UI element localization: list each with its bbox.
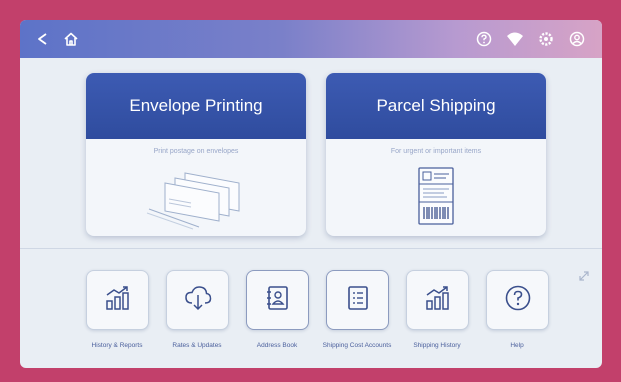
parcel-shipping-title: Parcel Shipping xyxy=(326,73,546,139)
address-book-button[interactable] xyxy=(246,270,309,330)
history-reports-button[interactable] xyxy=(86,270,149,330)
home-icon[interactable] xyxy=(60,28,82,50)
section-divider xyxy=(20,248,602,249)
rates-updates-label: Rates & Updates xyxy=(172,342,222,349)
shipping-history-label: Shipping History xyxy=(413,342,461,349)
envelope-printing-title: Envelope Printing xyxy=(86,73,306,139)
parcel-shipping-card[interactable]: Parcel Shipping For urgent or important … xyxy=(326,73,546,236)
parcel-shipping-subtitle: For urgent or important items xyxy=(390,148,482,155)
chart-icon xyxy=(104,285,132,316)
history-reports-label: History & Reports xyxy=(91,342,143,349)
shipping-cost-accounts-label: Shipping Cost Accounts xyxy=(322,342,392,349)
settings-icon[interactable] xyxy=(535,28,557,50)
chart-icon xyxy=(424,285,452,316)
expand-icon[interactable] xyxy=(574,266,594,286)
envelope-printing-card[interactable]: Envelope Printing Print postage on envel… xyxy=(86,73,306,236)
shipping-history-button[interactable] xyxy=(406,270,469,330)
back-icon[interactable] xyxy=(32,28,54,50)
checklist-icon xyxy=(346,285,370,316)
wifi-icon[interactable] xyxy=(504,28,526,50)
rates-updates-button[interactable] xyxy=(166,270,229,330)
device-screen: Envelope Printing Print postage on envel… xyxy=(20,20,602,368)
help-button[interactable] xyxy=(486,270,549,330)
address-book-icon xyxy=(265,285,291,316)
question-icon xyxy=(504,284,532,317)
envelopes-illustration xyxy=(86,169,306,231)
account-icon[interactable] xyxy=(566,28,588,50)
help-icon[interactable] xyxy=(473,28,495,50)
address-book-label: Address Book xyxy=(256,342,298,349)
shipping-label-illustration xyxy=(326,167,546,227)
shipping-cost-accounts-button[interactable] xyxy=(326,270,389,330)
help-label: Help xyxy=(510,342,524,349)
top-bar xyxy=(20,20,602,58)
envelope-printing-subtitle: Print postage on envelopes xyxy=(153,148,239,155)
cloud-download-icon xyxy=(184,285,212,316)
